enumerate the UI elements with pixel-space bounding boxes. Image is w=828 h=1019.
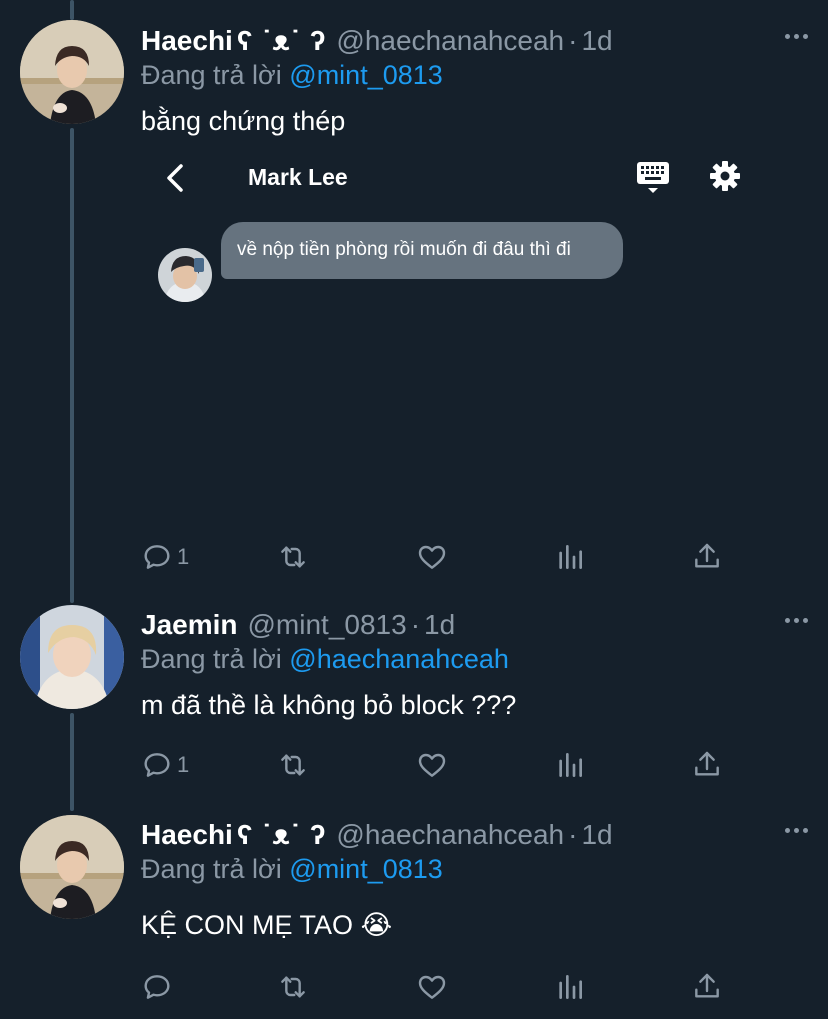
retweet-button[interactable] (277, 745, 309, 785)
views-button[interactable] (554, 537, 586, 577)
tweet-actions: 1 (141, 537, 741, 577)
crying-emoji: 😭 (360, 910, 393, 940)
more-options-icon[interactable] (768, 818, 808, 842)
like-icon (418, 545, 446, 569)
retweet-icon (281, 546, 305, 568)
thread-page: Haechi ʕ ˙ᴥ˙ ʔ @haechanahceah · 1d Đang trả … (0, 0, 828, 1019)
like-icon (418, 753, 446, 777)
retweet-button[interactable] (277, 967, 309, 1007)
avatar[interactable] (20, 815, 124, 919)
retweet-icon (281, 754, 305, 776)
reply-prefix: Đang trả lời (141, 644, 282, 674)
display-name[interactable]: Haechi (141, 819, 233, 850)
replying-to: Đang trả lời @mint_0813 (141, 58, 808, 92)
reply-mention-link[interactable]: @haechanahceah (289, 644, 509, 674)
views-button[interactable] (554, 745, 586, 785)
views-button[interactable] (554, 967, 586, 1007)
tweet-header: Jaemin @mint_0813 · 1d (141, 608, 808, 642)
display-name[interactable]: Jaemin (141, 609, 238, 640)
reply-count: 1 (177, 752, 190, 777)
share-button[interactable] (691, 967, 723, 1007)
tweet-header: Haechi ʕ ˙ᴥ˙ ʔ @haechanahceah · 1d (141, 818, 808, 852)
share-icon (695, 751, 719, 776)
profile-photo-haechi (20, 20, 124, 124)
keyboard-icon (637, 162, 669, 193)
timestamp[interactable]: 1d (424, 609, 455, 640)
like-button[interactable] (416, 967, 448, 1007)
more-options-icon[interactable] (768, 24, 808, 48)
reply-button[interactable] (141, 967, 177, 1007)
reply-icon (144, 975, 170, 999)
tweet-haechi-1[interactable]: Haechi ʕ ˙ᴥ˙ ʔ @haechanahceah · 1d Đang trả … (0, 0, 828, 600)
tweet-text: m đã thề là không bỏ block ??? (141, 690, 517, 720)
user-handle[interactable]: @mint_0813 (248, 609, 407, 640)
dm-message-bubble: về nộp tiền phòng rồi muốn đi đâu thì đi (221, 222, 623, 279)
retweet-button[interactable] (277, 537, 309, 577)
views-icon (559, 753, 582, 777)
separator-dot: · (568, 25, 578, 56)
reply-mention-link[interactable]: @mint_0813 (289, 60, 443, 90)
profile-photo-jaemin (20, 605, 124, 709)
tweet-actions: 1 (141, 745, 741, 785)
replying-to: Đang trả lời @haechanahceah (141, 642, 808, 676)
like-button[interactable] (416, 745, 448, 785)
timestamp[interactable]: 1d (581, 25, 612, 56)
reply-button[interactable]: 1 (141, 537, 189, 577)
reply-icon (144, 545, 170, 569)
avatar[interactable] (20, 605, 124, 709)
reply-prefix: Đang trả lời (141, 60, 282, 90)
profile-photo-mark (158, 248, 212, 302)
display-name-kaomoji: ʕ ˙ᴥ˙ ʔ (236, 25, 327, 56)
reply-mention-link[interactable]: @mint_0813 (289, 854, 443, 884)
display-name[interactable]: Haechi (141, 25, 233, 56)
reply-icon (144, 753, 170, 777)
retweet-icon (281, 976, 305, 998)
back-chevron-icon (167, 164, 183, 192)
views-icon (559, 975, 582, 999)
share-button[interactable] (691, 537, 723, 577)
tweet-text: bằng chứng thép (141, 106, 346, 136)
separator-dot: · (568, 819, 578, 850)
profile-photo-haechi (20, 815, 124, 919)
tweet-text-body: KỆ CON MẸ TAO (141, 910, 354, 940)
separator-dot: · (410, 609, 421, 640)
gear-icon (710, 161, 740, 191)
user-handle[interactable]: @haechanahceah (336, 819, 564, 850)
replying-to: Đang trả lời @mint_0813 (141, 852, 808, 886)
reply-count: 1 (177, 544, 190, 569)
dm-avatar (158, 248, 212, 302)
views-icon (559, 545, 582, 569)
tweet-text: KỆ CON MẸ TAO 😭 (141, 908, 808, 942)
reply-button[interactable]: 1 (141, 745, 189, 785)
share-icon (695, 543, 719, 568)
share-icon (695, 973, 719, 998)
timestamp[interactable]: 1d (581, 819, 612, 850)
share-button[interactable] (691, 745, 723, 785)
avatar[interactable] (20, 20, 124, 124)
embedded-dm-screenshot[interactable]: Mark Lee về nộp tiền phòng rồi muốn đi đ… (141, 150, 761, 520)
user-handle[interactable]: @haechanahceah (336, 25, 564, 56)
more-options-icon[interactable] (768, 608, 808, 632)
tweet-actions (141, 967, 741, 1007)
like-button[interactable] (416, 537, 448, 577)
display-name-kaomoji: ʕ ˙ᴥ˙ ʔ (236, 819, 327, 850)
tweet-header: Haechi ʕ ˙ᴥ˙ ʔ @haechanahceah · 1d (141, 24, 808, 58)
reply-prefix: Đang trả lời (141, 854, 282, 884)
like-icon (418, 975, 446, 999)
dm-contact-name: Mark Lee (248, 164, 348, 190)
